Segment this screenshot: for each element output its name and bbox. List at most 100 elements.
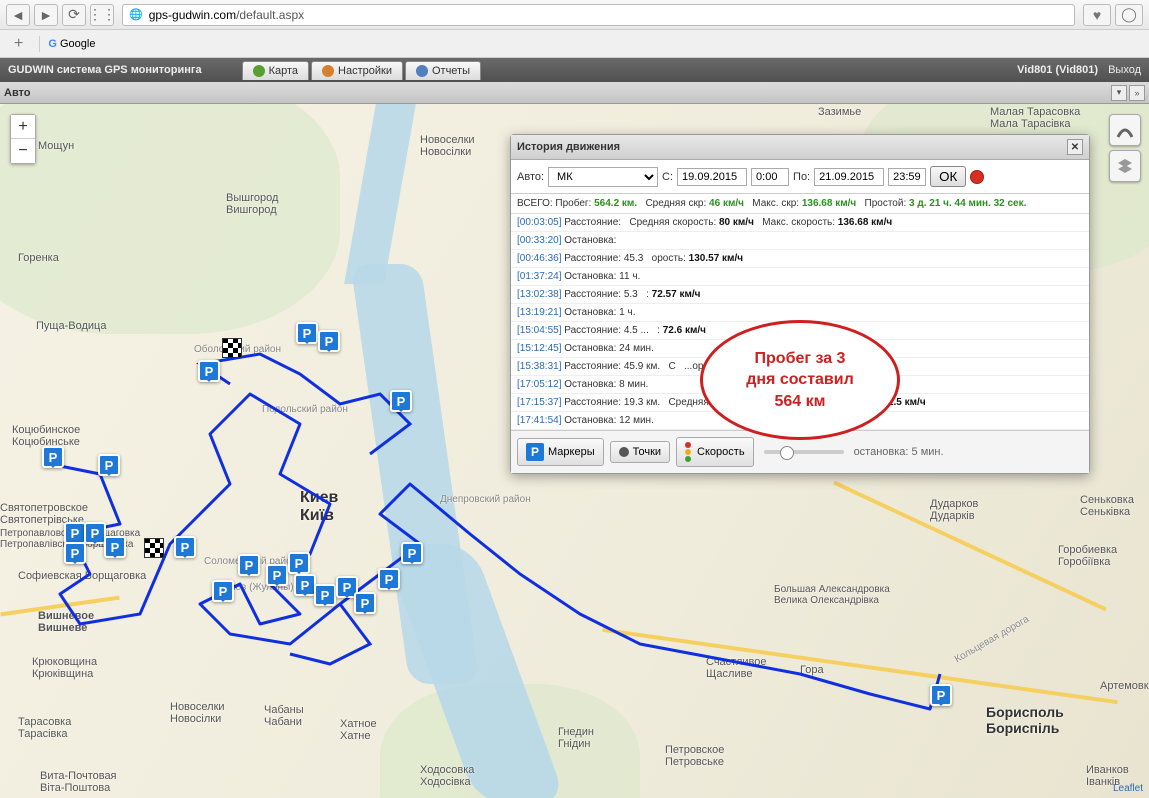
parking-marker[interactable]: P xyxy=(288,552,310,574)
traffic-light-icon xyxy=(685,442,693,462)
history-title: История движения xyxy=(517,141,620,153)
markers-toggle-button[interactable]: PМаркеры xyxy=(517,438,604,466)
url-text: gps-gudwin.com/default.aspx xyxy=(149,8,304,22)
lock-icon: 🌐 xyxy=(129,8,143,21)
nav-back-button[interactable]: ◄ xyxy=(6,4,30,26)
label-petrovske: ПетровскоеПетровське xyxy=(665,744,724,768)
new-tab-button[interactable]: + xyxy=(6,35,31,53)
ok-button[interactable]: ОК xyxy=(930,166,966,187)
record-stop-button[interactable] xyxy=(970,170,984,184)
label-podil: Подольский район xyxy=(262,404,348,415)
vehicle-panel-header: Авто ▾ » xyxy=(0,82,1149,104)
date-from-input[interactable] xyxy=(677,168,747,186)
parking-marker[interactable]: P xyxy=(84,522,106,544)
parking-marker[interactable]: P xyxy=(296,322,318,344)
layers-button[interactable] xyxy=(1109,150,1141,182)
finish-flag-marker[interactable] xyxy=(144,538,164,558)
browser-nav-bar: ◄ ► ⟳ ⋮⋮ 🌐 gps-gudwin.com/default.aspx ♥… xyxy=(0,0,1149,30)
history-row[interactable]: [00:46:36] Расстояние: 45.3 орость: 130.… xyxy=(511,250,1089,268)
parking-marker[interactable]: P xyxy=(174,536,196,558)
url-bar[interactable]: 🌐 gps-gudwin.com/default.aspx xyxy=(122,4,1075,26)
date-to-input[interactable] xyxy=(814,168,884,186)
label-dudarkov: ДударковДударків xyxy=(930,498,978,522)
vehicle-dropdown-toggle[interactable]: ▾ xyxy=(1111,85,1127,101)
vehicle-panel-expand[interactable]: » xyxy=(1129,85,1145,101)
favorite-button[interactable]: ♥ xyxy=(1083,4,1111,26)
browser-bookmarks-bar: + G Google xyxy=(0,30,1149,58)
annotation-callout: Пробег за 3 дня составил 564 км xyxy=(700,320,900,440)
label-kyiv: КиевКиїв xyxy=(300,489,338,525)
label-chabany: ЧабаныЧабани xyxy=(264,704,304,728)
parking-marker[interactable]: P xyxy=(390,390,412,412)
leaflet-attribution[interactable]: Leaflet xyxy=(1113,783,1143,794)
label-gnedin: ГнединГнідин xyxy=(558,726,594,750)
label-schaslive: СчастливоеЩасливе xyxy=(706,656,766,680)
label-m-tarasovka: Малая ТарасовкаМала Тарасівка xyxy=(990,106,1080,130)
parking-marker[interactable]: P xyxy=(378,568,400,590)
parking-marker[interactable]: P xyxy=(354,592,376,614)
parking-marker[interactable]: P xyxy=(294,574,316,596)
logout-link[interactable]: Выход xyxy=(1108,64,1141,76)
label-sofievsk: Софиевская Борщаговка xyxy=(18,570,146,582)
speed-toggle-button[interactable]: Скорость xyxy=(676,437,754,467)
finish-flag-marker[interactable] xyxy=(222,338,242,358)
parking-marker[interactable]: P xyxy=(98,454,120,476)
nav-forward-button[interactable]: ► xyxy=(34,4,58,26)
tab-reports[interactable]: Отчеты xyxy=(405,61,481,80)
parking-marker[interactable]: P xyxy=(212,580,234,602)
parking-icon: P xyxy=(526,443,544,461)
vehicle-panel-title: Авто xyxy=(4,87,31,99)
label-moshun: Мощун xyxy=(38,140,74,152)
to-label: По: xyxy=(793,171,810,183)
history-panel-header[interactable]: История движения ✕ xyxy=(511,135,1089,160)
parking-marker[interactable]: P xyxy=(104,536,126,558)
zoom-out-button[interactable]: − xyxy=(11,139,35,163)
profile-button[interactable]: ◯ xyxy=(1115,4,1143,26)
label-novosilky: НовоселкиНовосілки xyxy=(420,134,475,158)
google-bookmark[interactable]: G Google xyxy=(48,38,95,50)
parking-marker[interactable]: P xyxy=(266,564,288,586)
nav-reload-button[interactable]: ⟳ xyxy=(62,4,86,26)
road-layer-button[interactable] xyxy=(1109,114,1141,146)
history-close-button[interactable]: ✕ xyxy=(1067,139,1083,155)
parking-marker[interactable]: P xyxy=(238,554,260,576)
tab-map[interactable]: Карта xyxy=(242,61,309,80)
history-filter-bar: Авто: МК С: По: ОК xyxy=(511,160,1089,194)
label-gora: Гора xyxy=(800,664,824,676)
label-gorenka: Горенка xyxy=(18,252,59,264)
app-header: GUDWIN система GPS мониторинга Карта Нас… xyxy=(0,58,1149,82)
history-row[interactable]: [13:02:38] Расстояние: 5.3 : 72.57 км/ч xyxy=(511,286,1089,304)
label-dnipr: Днепровский район xyxy=(440,494,531,505)
map-side-tools xyxy=(1109,114,1141,182)
parking-marker[interactable]: P xyxy=(318,330,340,352)
label-boryspil: БориспольБориспіль xyxy=(986,704,1064,736)
history-row[interactable]: [01:37:24] Остановка: 11 ч. xyxy=(511,268,1089,286)
parking-marker[interactable]: P xyxy=(401,542,423,564)
tab-settings[interactable]: Настройки xyxy=(311,61,403,80)
label-vishneve: ВишневоеВишневе xyxy=(38,610,94,634)
label-novosilky2: НовоселкиНовосілки xyxy=(170,701,225,725)
label-kotsub: КоцюбинскоеКоцюбинське xyxy=(12,424,80,448)
parking-marker[interactable]: P xyxy=(64,542,86,564)
auto-label: Авто: xyxy=(517,171,544,183)
history-row[interactable]: [00:03:05] Расстояние: Средняя скорость:… xyxy=(511,214,1089,232)
parking-marker[interactable]: P xyxy=(64,522,86,544)
label-zazymie: Зазимье xyxy=(818,106,861,118)
parking-marker[interactable]: P xyxy=(930,684,952,706)
map-canvas[interactable]: КиевКиїв ВышгородВишгород НовоселкиНовос… xyxy=(0,104,1149,798)
parking-marker[interactable]: P xyxy=(314,584,336,606)
parking-marker[interactable]: P xyxy=(42,446,64,468)
history-row[interactable]: [00:33:20] Остановка: xyxy=(511,232,1089,250)
vehicle-select[interactable]: МК xyxy=(548,167,658,187)
globe-icon xyxy=(253,65,265,77)
time-from-input[interactable] xyxy=(751,168,789,186)
nav-apps-button[interactable]: ⋮⋮ xyxy=(90,4,114,26)
points-toggle-button[interactable]: Точки xyxy=(610,441,670,463)
stop-duration-slider[interactable] xyxy=(764,450,844,454)
zoom-control: + − xyxy=(10,114,36,164)
zoom-in-button[interactable]: + xyxy=(11,115,35,139)
label-sennivka: СеньковкаСеньківка xyxy=(1080,494,1134,518)
label-artemovka: Артемовка xyxy=(1100,680,1149,692)
parking-marker[interactable]: P xyxy=(198,360,220,382)
time-to-input[interactable] xyxy=(888,168,926,186)
